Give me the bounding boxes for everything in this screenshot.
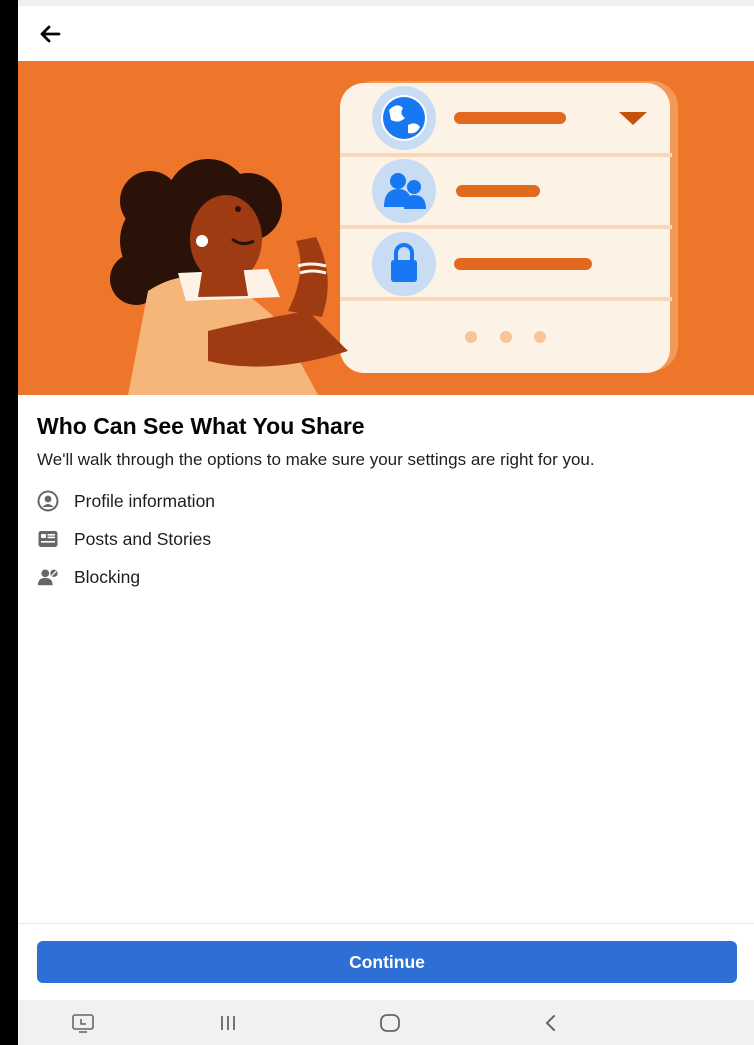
list-item-label: Profile information (74, 490, 216, 511)
recents-button[interactable] (213, 1010, 243, 1036)
page-subtitle: We'll walk through the options to make s… (37, 450, 595, 469)
recents-icon (221, 1016, 235, 1030)
blocked-user-icon (37, 566, 59, 588)
footer-divider (18, 923, 754, 924)
person-figure (110, 159, 348, 395)
people-icon (372, 159, 436, 223)
earring (196, 235, 208, 247)
arrow-left-icon (40, 25, 61, 43)
globe-icon (372, 86, 436, 150)
list-item-blocking: Blocking (37, 558, 737, 596)
list-item-profile-information: Profile information (37, 482, 737, 520)
list-item-label: Posts and Stories (74, 528, 212, 549)
left-edge-bar (0, 0, 18, 1045)
screenshot-button[interactable] (68, 1010, 98, 1036)
lock-icon (372, 232, 436, 296)
system-nav-bar (18, 1000, 754, 1045)
back-button[interactable] (36, 20, 64, 48)
list-item-label: Blocking (74, 566, 141, 587)
screenshot-icon (72, 1014, 94, 1033)
continue-button[interactable]: Continue (37, 941, 737, 983)
page-title: Who Can See What You Share (37, 413, 365, 439)
pagination-dot (500, 331, 512, 343)
pagination-dot (465, 331, 477, 343)
hero-illustration (18, 61, 754, 395)
system-back-button[interactable] (536, 1010, 566, 1036)
top-bar (18, 0, 754, 61)
list-item-posts-and-stories: Posts and Stories (37, 520, 737, 558)
home-button[interactable] (375, 1010, 405, 1036)
home-icon (380, 1014, 400, 1032)
topic-list: Profile information Posts and Stories Bl… (37, 482, 737, 596)
posts-card-icon (37, 528, 59, 550)
back-chevron-icon (545, 1015, 555, 1031)
profile-circle-icon (37, 490, 59, 512)
main-content: Who Can See What You Share We'll walk th… (37, 408, 737, 596)
privacy-illustration (110, 81, 678, 395)
pagination-dot (534, 331, 546, 343)
